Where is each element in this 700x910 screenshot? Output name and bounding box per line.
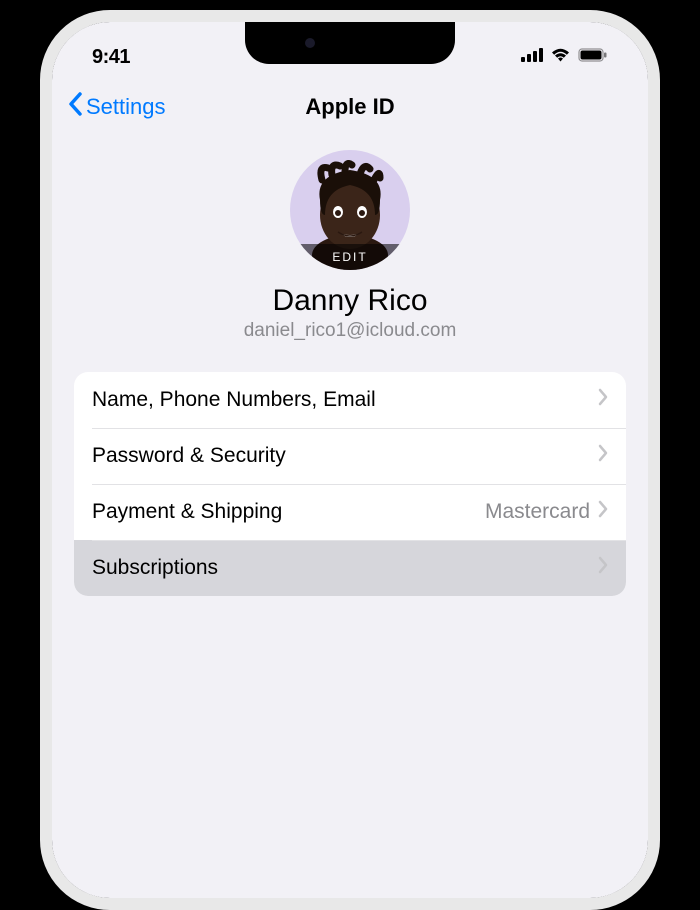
row-label: Payment & Shipping — [92, 500, 485, 524]
chevron-right-icon — [598, 500, 608, 524]
user-name: Danny Rico — [272, 284, 427, 318]
row-name-phone-email[interactable]: Name, Phone Numbers, Email — [74, 372, 626, 428]
profile-section: EDIT Danny Rico daniel_rico1@icloud.com — [52, 140, 648, 372]
camera-dot — [305, 38, 315, 48]
row-label: Subscriptions — [92, 556, 598, 580]
status-icons — [521, 47, 608, 67]
cellular-icon — [521, 48, 543, 67]
avatar-edit-label: EDIT — [290, 244, 410, 270]
wifi-icon — [550, 47, 571, 67]
phone-frame: 9:41 Settings Apple ID — [40, 10, 660, 910]
battery-icon — [578, 48, 608, 67]
row-subscriptions[interactable]: Subscriptions — [74, 540, 626, 596]
settings-group: Name, Phone Numbers, Email Password & Se… — [74, 372, 626, 596]
chevron-right-icon — [598, 556, 608, 580]
status-time: 9:41 — [92, 46, 130, 69]
notch — [245, 22, 455, 64]
user-email: daniel_rico1@icloud.com — [244, 320, 457, 342]
chevron-right-icon — [598, 444, 608, 468]
row-label: Password & Security — [92, 444, 598, 468]
row-label: Name, Phone Numbers, Email — [92, 388, 598, 412]
nav-bar: Settings Apple ID — [52, 80, 648, 140]
back-button[interactable]: Settings — [68, 92, 166, 122]
row-payment-shipping[interactable]: Payment & Shipping Mastercard — [74, 484, 626, 540]
chevron-left-icon — [68, 92, 82, 122]
screen: 9:41 Settings Apple ID — [52, 22, 648, 898]
chevron-right-icon — [598, 388, 608, 412]
row-value: Mastercard — [485, 500, 590, 524]
avatar[interactable]: EDIT — [290, 150, 410, 270]
page-title: Apple ID — [305, 94, 394, 120]
row-password-security[interactable]: Password & Security — [74, 428, 626, 484]
back-label: Settings — [86, 94, 166, 120]
